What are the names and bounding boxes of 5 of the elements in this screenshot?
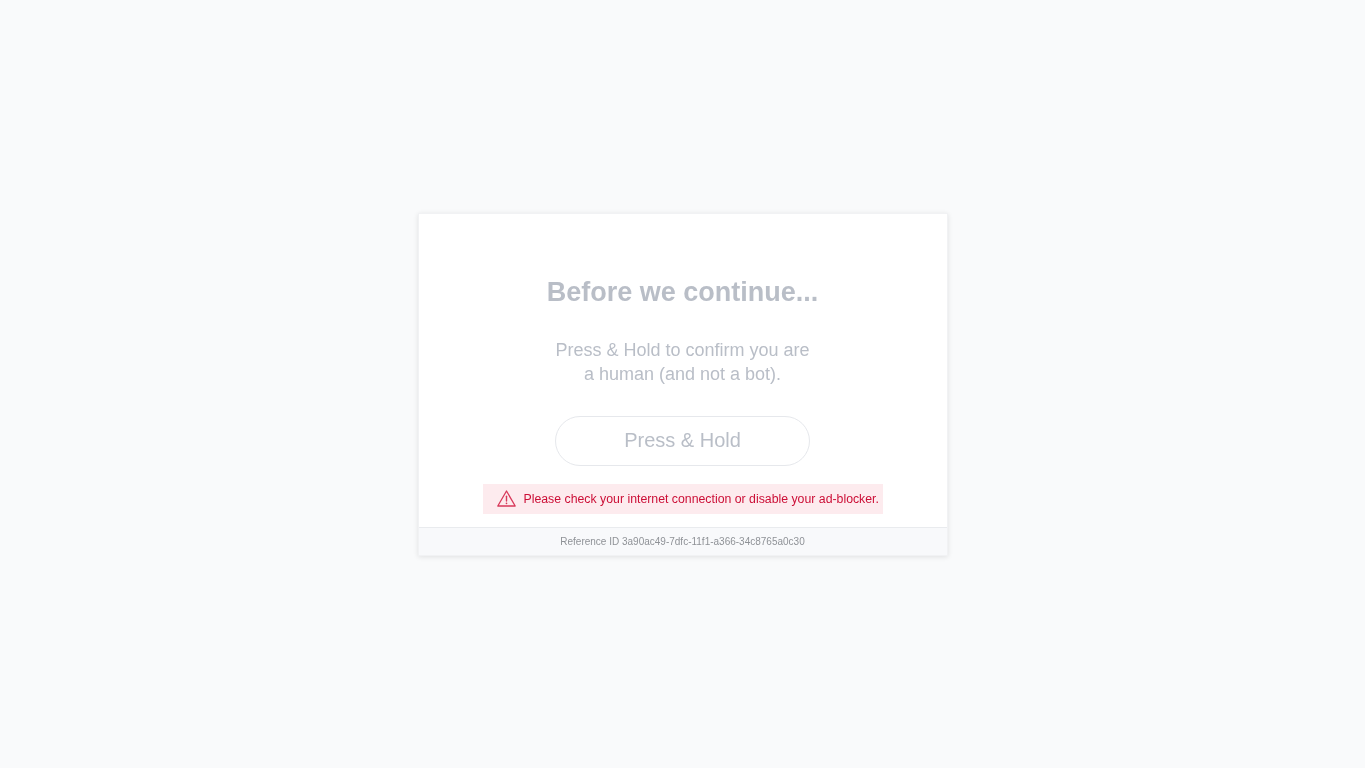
instruction-text: Press & Hold to confirm you are a human (and not a bot).: [554, 338, 811, 386]
error-message: Please check your internet connection or disable your ad-blocker.: [523, 491, 879, 506]
reference-id-text: Reference ID 3a90ac49-7dfc-11f1-a366-34c8765a0c30: [560, 535, 805, 547]
page-heading: Before we continue...: [546, 275, 819, 309]
warning-icon: [496, 490, 516, 507]
